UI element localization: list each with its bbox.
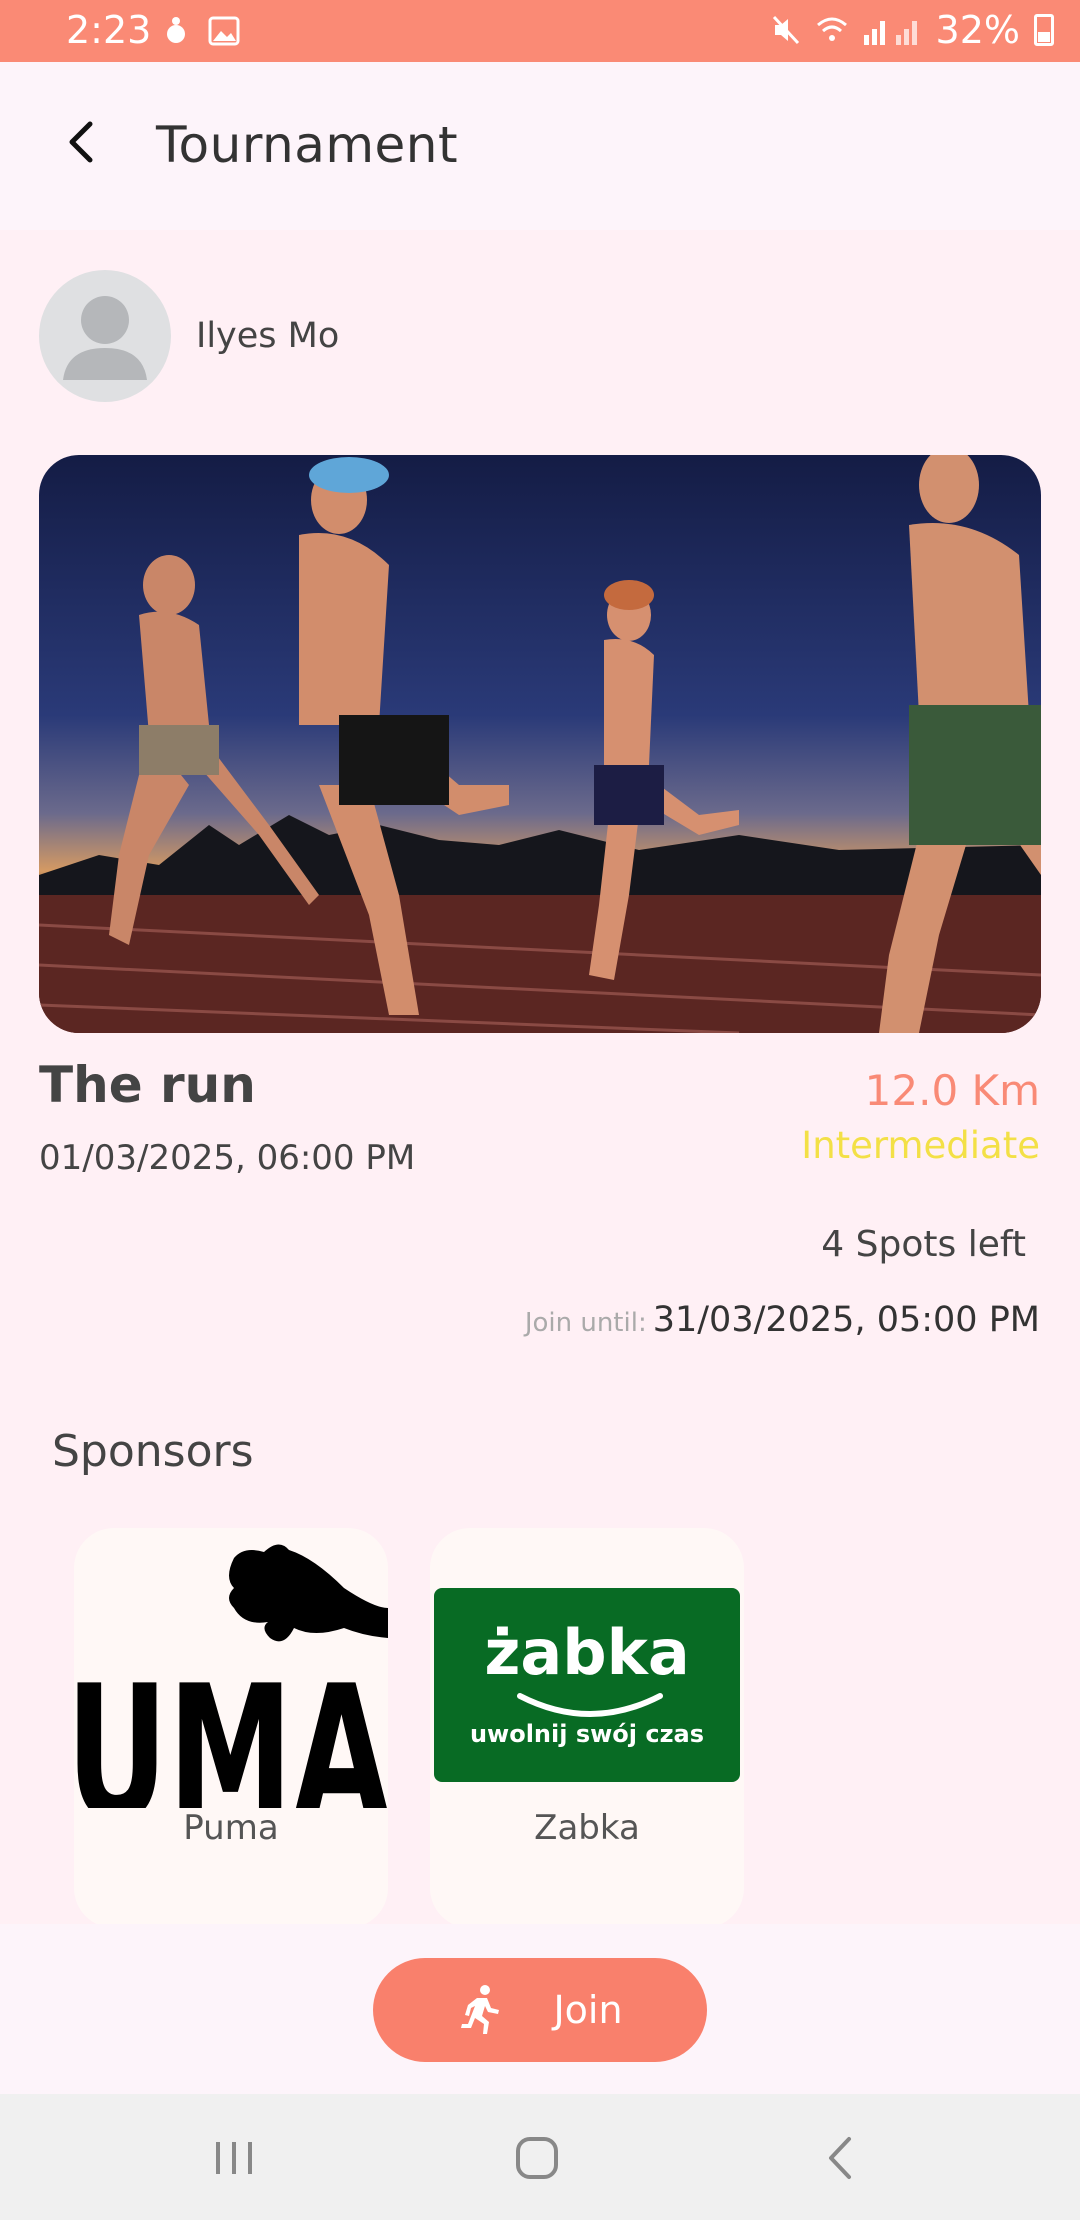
mute-icon bbox=[772, 15, 799, 45]
sponsor-card-puma[interactable]: UMA Puma bbox=[74, 1528, 388, 1928]
recent-apps-button[interactable] bbox=[204, 2130, 264, 2186]
runner-icon bbox=[461, 1985, 500, 2034]
organizer-name: Ilyes Mo bbox=[196, 316, 340, 356]
join-until-value: 31/03/2025, 05:00 PM bbox=[652, 1300, 1040, 1340]
system-back-button[interactable] bbox=[810, 2130, 870, 2186]
join-until-label: Join until: bbox=[524, 1308, 647, 1338]
event-image bbox=[39, 455, 1041, 1033]
sponsor-card-zabka[interactable]: żabka uwolnij swój czas Zabka bbox=[430, 1528, 744, 1928]
join-button-label: Join bbox=[553, 1988, 623, 2032]
sponsor-name: Puma bbox=[183, 1808, 279, 1848]
spots-left: 4 Spots left bbox=[821, 1224, 1026, 1265]
battery-percentage: 32% bbox=[935, 8, 1020, 52]
join-button[interactable]: Join bbox=[373, 1958, 707, 2062]
event-date: 01/03/2025, 06:00 PM bbox=[39, 1138, 416, 1178]
zabka-tagline: uwolnij swój czas bbox=[469, 1720, 705, 1748]
page-title: Tournament bbox=[156, 116, 459, 174]
status-bar: 2:23 32% bbox=[0, 0, 1080, 62]
zabka-logo-text: żabka bbox=[484, 1616, 690, 1689]
back-button[interactable] bbox=[52, 112, 112, 172]
event-level: Intermediate bbox=[801, 1124, 1040, 1167]
runners-photo bbox=[39, 455, 1041, 1033]
home-icon bbox=[516, 2137, 558, 2179]
home-button[interactable] bbox=[507, 2130, 567, 2186]
back-icon bbox=[829, 2137, 851, 2179]
sponsors-heading: Sponsors bbox=[52, 1426, 254, 1477]
signal-icon bbox=[863, 21, 917, 45]
smile-icon bbox=[517, 1693, 663, 1717]
status-time: 2:23 bbox=[66, 8, 152, 52]
app-bar: Tournament bbox=[0, 62, 1080, 230]
chevron-left-icon bbox=[69, 121, 93, 163]
wifi-icon bbox=[816, 17, 847, 41]
tournament-detail: Ilyes Mo The run 01/03/2025, 06:00 PM 12… bbox=[0, 230, 1080, 1928]
recent-apps-icon bbox=[216, 2142, 252, 2174]
battery-icon bbox=[1034, 14, 1054, 46]
image-icon bbox=[208, 16, 240, 46]
zabka-logo: żabka uwolnij swój czas bbox=[434, 1588, 740, 1782]
avatar[interactable] bbox=[39, 270, 171, 402]
sponsor-name: Zabka bbox=[534, 1808, 640, 1848]
puma-logo: UMA bbox=[74, 1544, 388, 1862]
person-icon bbox=[63, 296, 147, 380]
event-distance: 12.0 Km bbox=[864, 1066, 1040, 1115]
event-title: The run bbox=[39, 1056, 256, 1114]
bottom-action-bar: Join bbox=[0, 1924, 1080, 2094]
notification-icon bbox=[167, 17, 185, 43]
join-deadline: Join until: 31/03/2025, 05:00 PM bbox=[525, 1300, 1040, 1340]
puma-logo-text: UMA bbox=[74, 1645, 388, 1808]
system-nav-bar bbox=[0, 2094, 1080, 2220]
